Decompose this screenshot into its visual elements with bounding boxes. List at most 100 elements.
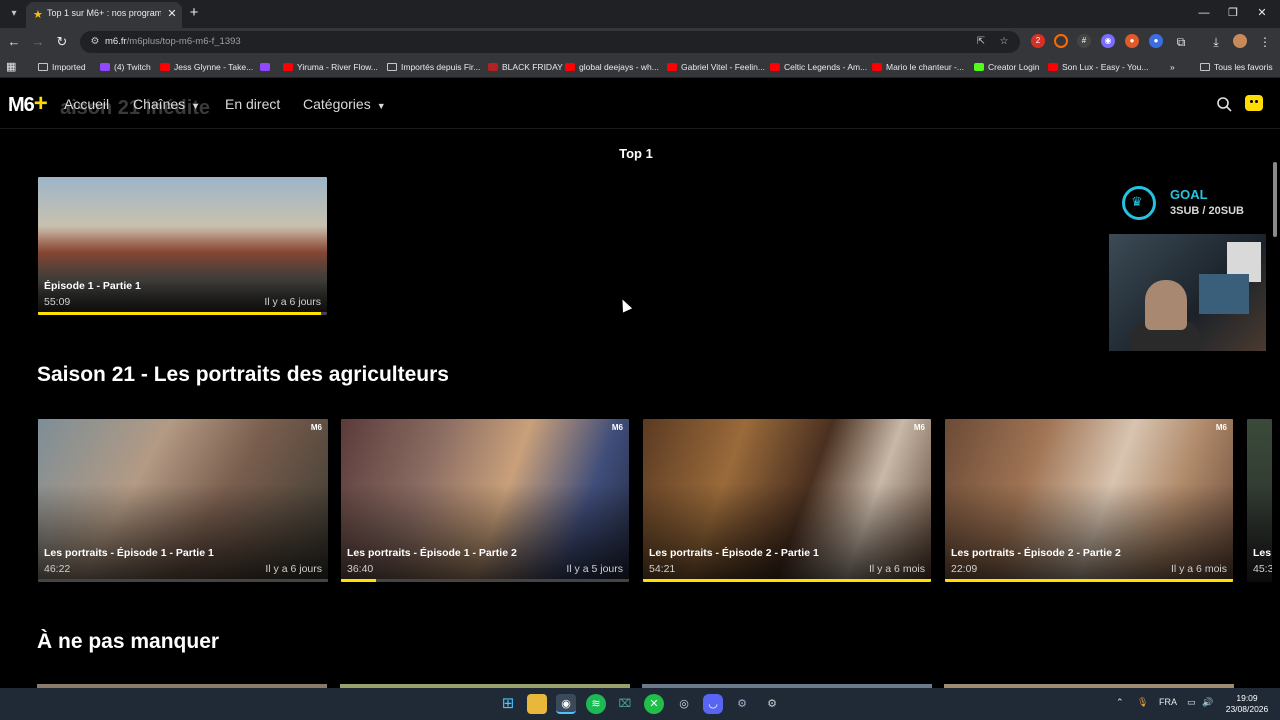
nav-home[interactable]: Accueil [64,96,109,112]
twitch-icon [100,63,110,71]
network-icon[interactable]: ▭ [1187,697,1196,708]
vpn-extension-icon[interactable]: ● [1149,34,1163,48]
bookmark-black-friday[interactable]: BLACK FRIDAY [488,60,563,74]
bookmark-gabriel-vitel[interactable]: Gabriel Vitel - Feelin... [667,60,765,74]
video-title: Les portraits - Épisode 1 - Partie 2 [347,547,517,559]
url-text: m6.fr/m6plus/top-m6-m6-f_1393 [105,36,241,47]
kick-icon [974,63,984,71]
fox-extension-icon[interactable]: ● [1125,34,1139,48]
volume-icon[interactable]: 🔊 [1202,697,1213,708]
video-card[interactable]: M6 Les portraits - Épisode 2 - Partie 1 … [643,419,931,582]
m6-plus-logo[interactable]: M6+ [8,92,52,117]
nav-live[interactable]: En direct [225,96,280,112]
bookmark-twitch[interactable]: (4) Twitch [100,60,151,74]
video-card[interactable]: M6 Les portraits - Épisode 2 - Partie 2 … [945,419,1233,582]
watch-progress-bar [945,579,1233,582]
nav-channels[interactable]: Chaînes ▼ [133,96,200,112]
search-icon[interactable] [1216,96,1232,112]
keyboard-language[interactable]: FRA [1159,697,1177,707]
extensions-puzzle-icon[interactable]: ⧉ [1172,33,1190,51]
video-card-partial[interactable]: Les 45:3 [1247,419,1272,582]
download-icon[interactable]: ⤓ [1207,33,1225,51]
top-section-title: Top 1 [619,146,653,161]
video-duration: 55:09 [44,296,71,308]
forward-arrow-icon[interactable]: → [29,33,47,51]
video-card-top1[interactable]: Épisode 1 - Partie 1 55:09 Il y a 6 jour… [38,177,327,315]
restore-window-icon[interactable]: ❐ [1224,5,1242,21]
bookmark-jess-glynne[interactable]: Jess Glynne - Take... [160,60,253,74]
obs-icon[interactable]: ◎ [674,694,694,714]
youtube-icon [872,63,882,71]
file-explorer-icon[interactable] [527,694,547,714]
xbox-icon[interactable]: ✕ [644,694,664,714]
bookmark-celtic-legends[interactable]: Celtic Legends - Am... [770,60,867,74]
bookmarks-bar: ▦ Imported (4) Twitch Jess Glynne - Take… [0,56,1280,78]
clock-time: 19:09 [1236,693,1258,703]
folder-icon [1200,63,1210,71]
apps-grid-icon[interactable]: ▦ [6,60,16,74]
twitch-icon [260,63,270,71]
bookmark-son-lux[interactable]: Son Lux - Easy - You... [1048,60,1148,74]
profile-avatar-icon[interactable] [1233,34,1247,48]
folder-icon [387,63,397,71]
nav-categories[interactable]: Catégories ▼ [303,96,386,112]
profile-icon[interactable] [1245,95,1263,111]
bookmark-mario[interactable]: Mario le chanteur -... [872,60,964,74]
bookmark-yiruma[interactable]: Yiruma - River Flow... [283,60,378,74]
back-arrow-icon[interactable]: ← [5,33,23,51]
browser-tabbar: ▾ ★ Top 1 sur M6+ : nos programmes ✕ + —… [0,0,1280,28]
microphone-icon[interactable]: 🎙 [1137,697,1148,708]
video-duration: 46:22 [44,563,71,575]
clock-date: 23/08/2026 [1225,704,1269,714]
youtube-icon [667,63,677,71]
tab-title: Top 1 sur M6+ : nos programmes [47,8,161,18]
windows-taskbar: ⊞ ◉ ≋ ⌧ ✕ ◎ ◡ ⚙ ⚙ ⌃ 🎙 FRA ▭ 🔊 19:09 23/0… [0,688,1280,720]
site-header: aison 21 inédite M6+ Accueil Chaînes ▼ En… [0,79,1280,129]
bookmark-twitch-2[interactable] [260,60,274,74]
tab-close-icon[interactable]: ✕ [165,7,179,21]
minimize-window-icon[interactable]: — [1195,5,1213,21]
bookmark-imported[interactable]: Imported [38,60,86,74]
tray-overflow-chevron-icon[interactable]: ⌃ [1116,697,1124,708]
browser-tab-active[interactable]: ★ Top 1 sur M6+ : nos programmes ✕ [26,2,182,28]
site-info-icon[interactable]: ⚙ [88,35,102,49]
m6-badge-icon: M6 [913,423,925,432]
discord-icon[interactable]: ◡ [703,694,723,714]
excel-icon[interactable]: ⌧ [615,694,635,714]
video-title: Épisode 1 - Partie 1 [44,280,141,292]
install-app-icon[interactable]: ⇱ [974,35,988,49]
video-card[interactable]: M6 Les portraits - Épisode 1 - Partie 2 … [341,419,629,582]
new-tab-plus-icon[interactable]: + [186,5,202,21]
all-bookmarks[interactable]: Tous les favoris [1200,60,1273,74]
bookmarks-overflow-chevron-icon[interactable]: » [1170,60,1175,74]
reload-icon[interactable]: ↻ [53,33,71,51]
watch-progress-bar [38,579,328,582]
browser-menu-icon[interactable]: ⋮ [1256,33,1274,51]
video-title: Les [1253,547,1272,559]
chrome-icon[interactable]: ◉ [556,694,576,714]
close-window-icon[interactable]: ✕ [1253,5,1271,21]
address-bar[interactable]: ⚙ m6.fr/m6plus/top-m6-m6-f_1393 ⇱ ☆ [80,31,1020,53]
tab-search-chevron-icon[interactable]: ▾ [6,6,22,22]
steam-icon[interactable]: ⚙ [732,694,752,714]
bookmark-star-icon[interactable]: ☆ [997,35,1011,49]
discord-extension-icon[interactable]: ◉ [1101,34,1115,48]
system-clock[interactable]: 19:09 23/08/2026 [1218,693,1276,715]
extension-badge-icon[interactable]: 2 [1031,34,1045,48]
windows-start-icon[interactable]: ⊞ [498,694,518,714]
chevron-down-icon: ▼ [191,101,201,111]
brave-extension-icon[interactable] [1054,34,1068,48]
page-scrollbar[interactable] [1273,162,1277,237]
video-age: Il y a 6 jours [264,296,321,308]
video-card[interactable]: M6 Les portraits - Épisode 1 - Partie 1 … [38,419,328,582]
video-age: Il y a 6 jours [265,563,322,575]
bookmark-creator-login[interactable]: Creator Login [974,60,1040,74]
settings-icon[interactable]: ⚙ [762,694,782,714]
bookmark-global-deejays[interactable]: global deejays - wh... [565,60,659,74]
extension-icon[interactable]: # [1077,34,1091,48]
spotify-icon[interactable]: ≋ [586,694,606,714]
youtube-icon [160,63,170,71]
section-title-must-see: À ne pas manquer [37,630,220,653]
bookmark-imported-firefox[interactable]: Importés depuis Fir... [387,60,480,74]
webcam-overlay [1109,234,1266,351]
